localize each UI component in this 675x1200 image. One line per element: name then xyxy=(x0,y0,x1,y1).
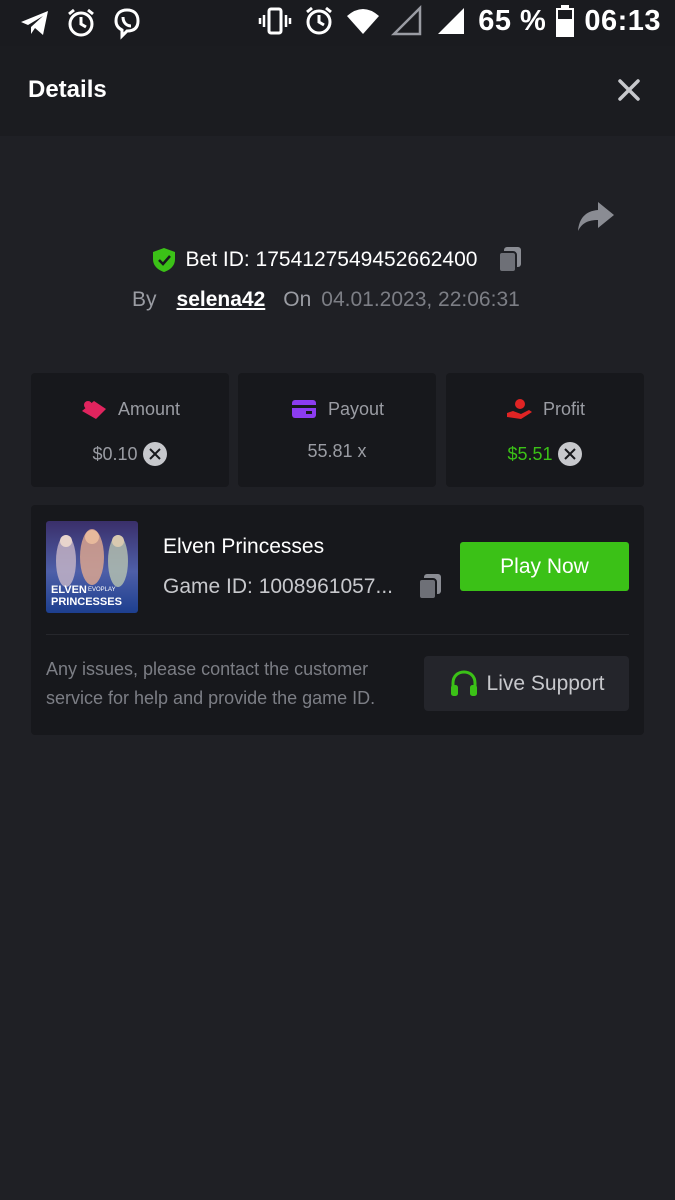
copy-icon[interactable] xyxy=(417,573,443,601)
copy-icon[interactable] xyxy=(497,246,523,274)
stat-value: $0.10 xyxy=(92,443,138,464)
support-message: Any issues, please contact the customer … xyxy=(46,659,376,708)
username-link[interactable]: selena42 xyxy=(177,288,266,312)
thumb-title-line1: ELVEN xyxy=(51,584,87,596)
alarm-icon xyxy=(68,8,94,37)
telegram-icon xyxy=(21,11,48,35)
play-now-button[interactable]: Play Now xyxy=(460,542,629,591)
stat-profit: Profit $5.51 xyxy=(446,373,644,487)
divider xyxy=(46,634,629,635)
alarm-icon xyxy=(306,6,333,35)
bet-date: 04.01.2023, 22:06:31 xyxy=(321,288,520,311)
wallet-icon xyxy=(291,400,316,418)
stat-amount: Amount $0.10 xyxy=(31,373,229,487)
page-title: Details xyxy=(28,76,107,103)
game-thumbnail[interactable]: ELVEN EVOPLAY PRINCESSES xyxy=(46,521,138,613)
shield-check-icon xyxy=(152,248,175,272)
stat-label: Profit xyxy=(542,398,585,419)
details-header: Details xyxy=(0,46,675,136)
signal-icon xyxy=(438,8,465,34)
bet-meta-row: By selena42 On 04.01.2023, 22:06:31 xyxy=(132,288,520,312)
stat-payout: Payout 55.81 x xyxy=(238,373,436,487)
stat-label: Payout xyxy=(327,398,385,419)
live-support-label: Live Support xyxy=(486,671,605,695)
game-id: Game ID: 1008961057... xyxy=(163,575,393,598)
battery-icon xyxy=(556,5,575,37)
bet-id: Bet ID: 1754127549452662400 xyxy=(185,248,478,271)
live-support-button[interactable]: Live Support xyxy=(424,656,629,711)
wifi-icon xyxy=(347,9,380,34)
status-bar: 65 % 06:13 xyxy=(0,0,675,46)
close-icon[interactable] xyxy=(613,74,645,106)
coin-icon xyxy=(142,442,167,466)
vibrate-icon xyxy=(258,7,292,35)
signal-empty-icon xyxy=(391,4,422,36)
stat-value: $5.51 xyxy=(507,443,553,464)
game-card: ELVEN EVOPLAY PRINCESSES Elven Princesse… xyxy=(31,505,644,735)
thumb-title-line2: PRINCESSES xyxy=(51,596,122,608)
stat-value: 55.81 x xyxy=(307,441,367,461)
on-label: On xyxy=(283,288,312,311)
profit-icon xyxy=(506,399,532,419)
game-name: Elven Princesses xyxy=(163,535,325,558)
share-icon[interactable] xyxy=(576,200,616,234)
by-label: By xyxy=(132,288,157,311)
coin-icon xyxy=(557,442,582,466)
viber-icon xyxy=(114,8,140,40)
headset-icon xyxy=(450,669,477,696)
bet-id-row: Bet ID: 1754127549452662400 xyxy=(0,246,675,274)
clock: 06:13 xyxy=(584,4,661,37)
amount-icon xyxy=(81,401,106,419)
thumb-brand: EVOPLAY xyxy=(88,587,116,593)
stat-label: Amount xyxy=(117,398,181,419)
battery-percent: 65 % xyxy=(478,4,547,37)
